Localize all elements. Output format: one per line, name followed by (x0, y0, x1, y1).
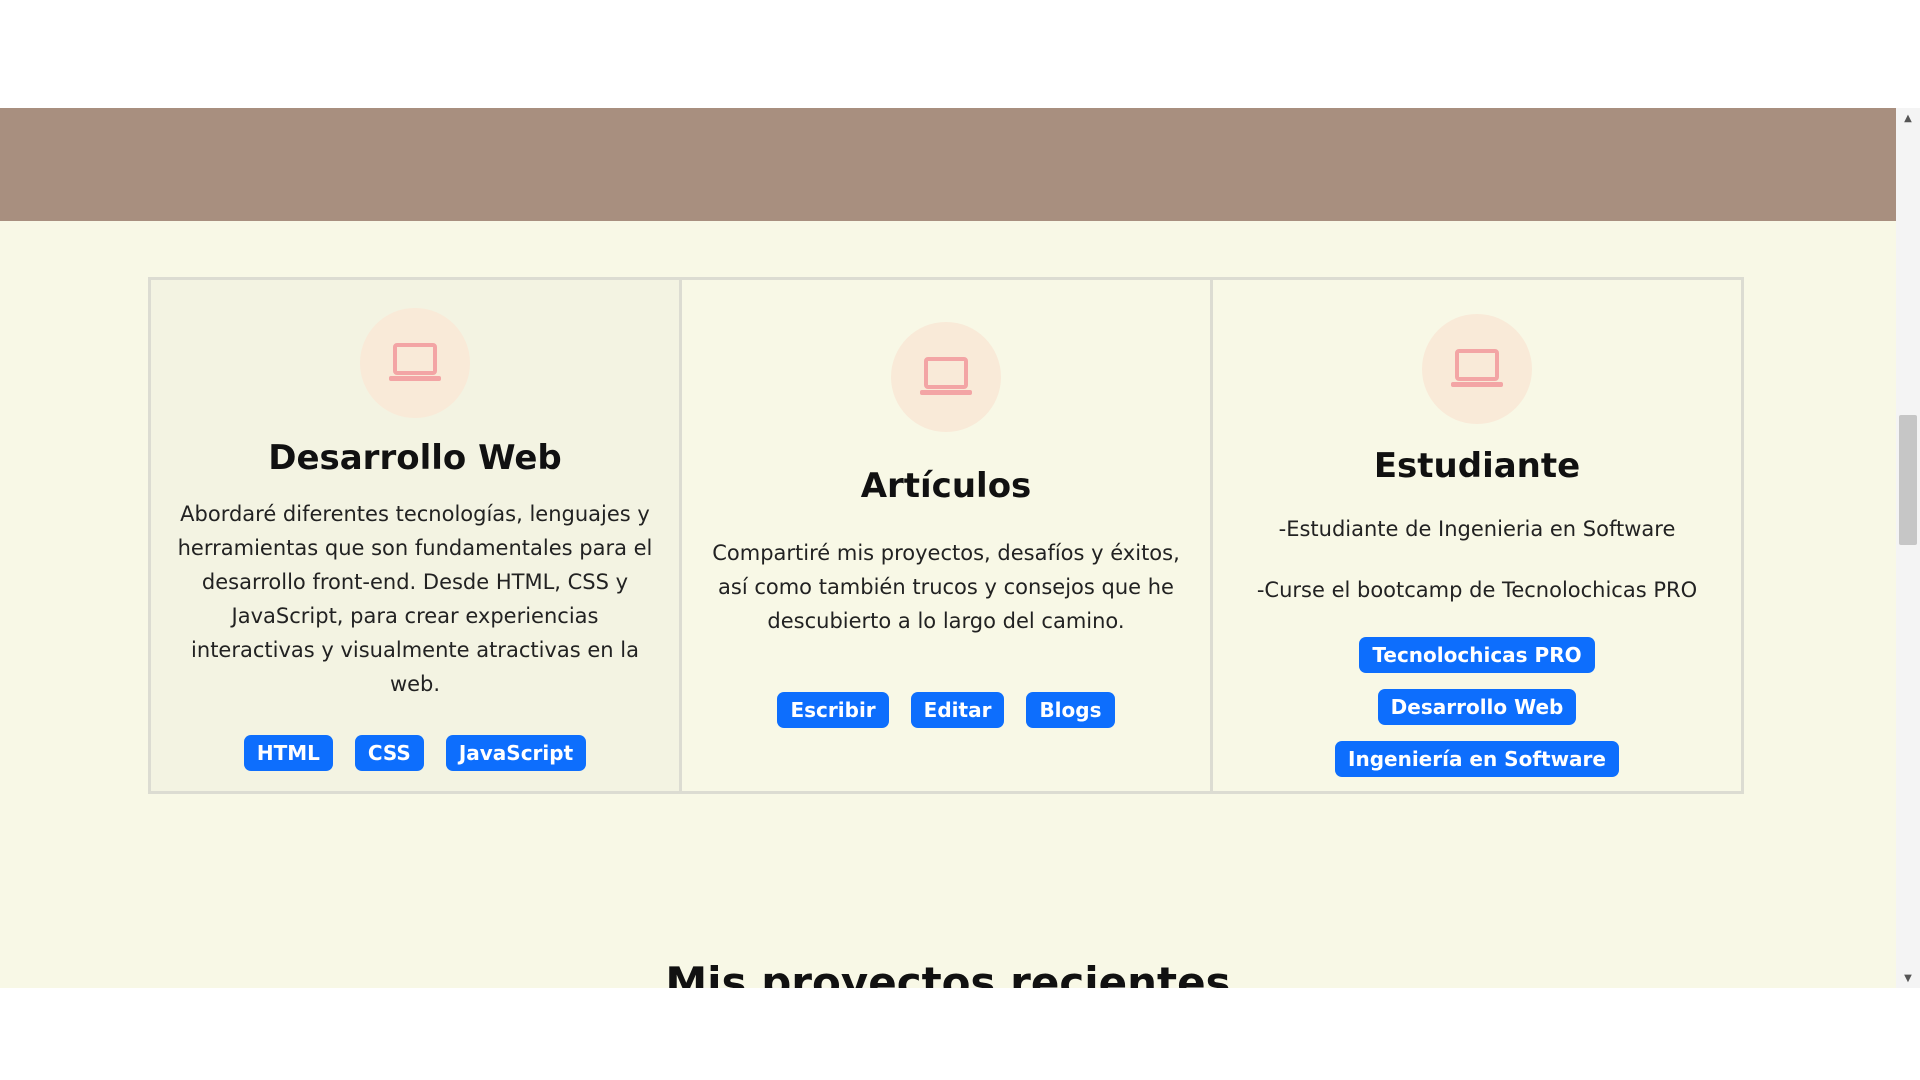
section-title-projects: Mis proyectos recientes (665, 958, 1231, 988)
card-title: Desarrollo Web (268, 438, 562, 478)
tag-javascript[interactable]: JavaScript (445, 735, 587, 771)
card-tags: HTML CSS JavaScript (243, 735, 587, 771)
card-title: Artículos (860, 466, 1032, 506)
hero-banner (0, 108, 1896, 221)
tag-tecnolochicas-pro[interactable]: Tecnolochicas PRO (1359, 637, 1595, 673)
scroll-thumb[interactable] (1899, 415, 1917, 545)
card-line-1: -Estudiante de Ingenieria en Software (1278, 517, 1676, 541)
tag-editar[interactable]: Editar (910, 692, 1005, 728)
card-description: Compartiré mis proyectos, desafíos y éxi… (712, 541, 1180, 633)
tag-css[interactable]: CSS (354, 735, 424, 771)
card-icon-circle (1422, 314, 1532, 424)
card-articulos[interactable]: Artículos Compartiré mis proyectos, desa… (679, 277, 1213, 794)
tag-desarrollo-web[interactable]: Desarrollo Web (1377, 689, 1577, 725)
card-description: Abordaré diferentes tecnologías, lenguaj… (177, 502, 653, 696)
page-viewport: Desarrollo Web Abordaré diferentes tecno… (0, 108, 1896, 988)
card-desarrollo-web[interactable]: Desarrollo Web Abordaré diferentes tecno… (148, 277, 682, 794)
laptop-icon (1451, 349, 1503, 387)
card-line-2: -Curse el bootcamp de Tecnolochicas PRO (1256, 578, 1698, 602)
card-estudiante[interactable]: Estudiante -Estudiante de Ingenieria en … (1210, 277, 1744, 794)
vertical-scrollbar[interactable]: ▲ ▼ (1896, 108, 1920, 988)
tag-html[interactable]: HTML (243, 735, 333, 771)
scroll-down-arrow-icon[interactable]: ▼ (1896, 968, 1920, 988)
card-tags: Tecnolochicas PRO Desarrollo Web Ingenie… (1257, 637, 1697, 777)
tag-escribir[interactable]: Escribir (777, 692, 889, 728)
scroll-up-arrow-icon[interactable]: ▲ (1896, 108, 1920, 128)
tag-ingenieria-software[interactable]: Ingeniería en Software (1335, 741, 1619, 777)
laptop-icon (389, 343, 441, 381)
services-cards: Desarrollo Web Abordaré diferentes tecno… (148, 277, 1750, 794)
card-icon-circle (891, 322, 1001, 432)
card-title: Estudiante (1373, 446, 1581, 486)
tag-blogs[interactable]: Blogs (1026, 692, 1115, 728)
card-icon-circle (360, 308, 470, 418)
laptop-icon (920, 357, 972, 395)
card-tags: Escribir Editar Blogs (777, 692, 1115, 728)
